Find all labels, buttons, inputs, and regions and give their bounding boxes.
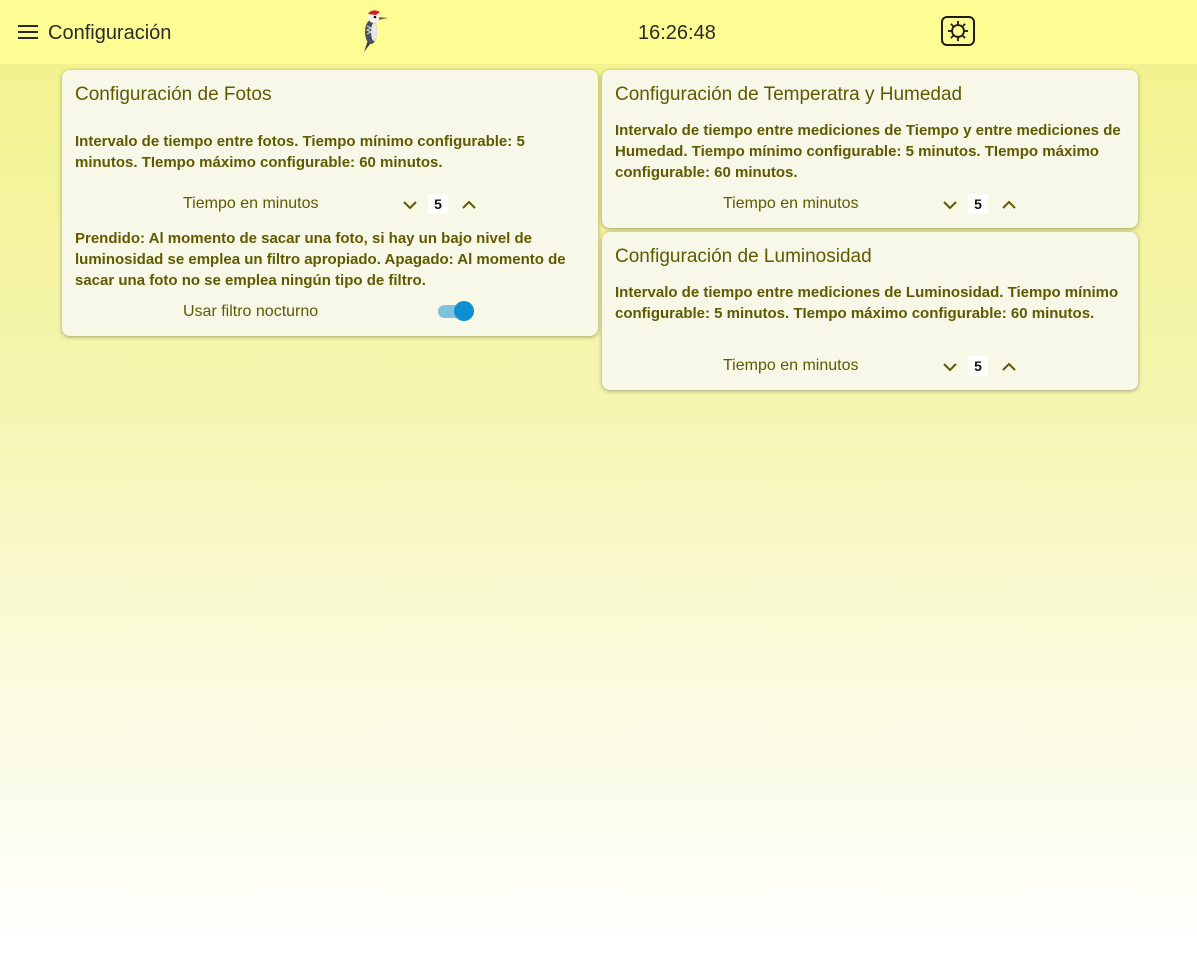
card-description: Intervalo de tiempo entre mediciones de … — [615, 122, 1121, 181]
stepper-label: Tiempo en minutos — [723, 357, 859, 374]
menu-icon[interactable] — [18, 25, 38, 42]
filter-description: Prendido: Al momento de sacar una foto, … — [75, 230, 566, 289]
clock: 16:26:48 — [638, 22, 716, 44]
chevron-up-icon[interactable] — [1000, 196, 1018, 214]
stepper-label: Tiempo en minutos — [183, 195, 319, 212]
photo-settings-card: Configuración de Fotos Intervalo de tiem… — [62, 70, 598, 336]
stepper-label: Tiempo en minutos — [723, 195, 859, 212]
night-filter-toggle[interactable] — [438, 299, 476, 323]
chevron-down-icon[interactable] — [941, 196, 959, 214]
settings-button[interactable] — [941, 16, 975, 46]
card-title: Configuración de Luminosidad — [615, 246, 872, 267]
woodpecker-logo — [364, 10, 388, 52]
gear-icon — [947, 20, 969, 42]
card-title: Configuración de Temperatra y Humedad — [615, 84, 963, 105]
page-title: Configuración — [48, 22, 172, 44]
card-title: Configuración de Fotos — [75, 84, 272, 105]
card-description: Intervalo de tiempo entre mediciones de … — [615, 284, 1119, 322]
interval-value[interactable]: 5 — [968, 356, 988, 376]
card-description: Intervalo de tiempo entre fotos. Tiempo … — [75, 133, 525, 171]
app-bar: Configuración 16:26:48 — [0, 0, 1197, 64]
chevron-down-icon[interactable] — [941, 358, 959, 376]
chevron-up-icon[interactable] — [460, 196, 478, 214]
chevron-down-icon[interactable] — [401, 196, 419, 214]
chevron-up-icon[interactable] — [1000, 358, 1018, 376]
temperature-humidity-card: Configuración de Temperatra y Humedad In… — [602, 70, 1138, 228]
toggle-label: Usar filtro nocturno — [183, 303, 319, 320]
toggle-knob — [454, 301, 474, 321]
luminosity-card: Configuración de Luminosidad Intervalo d… — [602, 232, 1138, 390]
interval-value[interactable]: 5 — [968, 194, 988, 214]
interval-value[interactable]: 5 — [428, 194, 448, 214]
